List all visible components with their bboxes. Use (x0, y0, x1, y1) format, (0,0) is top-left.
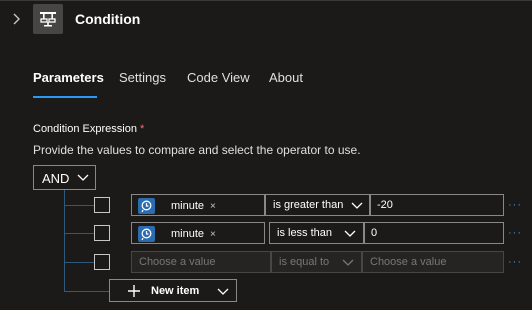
operator-value: is greater than (273, 199, 344, 211)
right-value-field[interactable]: -20 (370, 194, 504, 216)
chevron-down-icon (351, 202, 363, 209)
left-value-field[interactable]: minute × (131, 222, 265, 244)
token-label: minute (171, 228, 205, 240)
row-checkbox[interactable] (94, 197, 110, 213)
token-label: minute (171, 200, 205, 212)
dynamic-content-token[interactable]: minute × (138, 198, 216, 214)
tree-branch (64, 205, 94, 206)
left-value-field[interactable]: minute × (131, 194, 265, 216)
tree-branch (64, 233, 94, 234)
action-title: Condition (75, 11, 141, 27)
chevron-down-icon (344, 230, 356, 237)
chevron-down-icon (342, 259, 354, 266)
chevron-right-icon[interactable] (10, 11, 22, 27)
remove-token-icon[interactable]: × (210, 201, 216, 212)
row-more-icon[interactable]: ··· (508, 256, 522, 268)
operator-dropdown[interactable]: is equal to (271, 251, 362, 273)
group-operator-value: AND (42, 171, 70, 186)
condition-description: Provide the values to compare and select… (33, 143, 361, 157)
active-tab-indicator (33, 96, 97, 98)
right-value-placeholder: Choose a value (370, 256, 447, 268)
tab-about[interactable]: About (269, 70, 303, 85)
operator-value: is equal to (279, 256, 330, 268)
tab-settings[interactable]: Settings (119, 70, 166, 85)
group-operator-dropdown[interactable]: AND (33, 165, 96, 190)
tab-code-view[interactable]: Code View (187, 70, 250, 85)
right-value: 0 (371, 227, 378, 239)
row-checkbox[interactable] (94, 254, 110, 270)
required-mark: * (140, 123, 145, 135)
chevron-down-icon (217, 288, 229, 295)
action-header[interactable]: Condition (0, 0, 532, 40)
operator-dropdown[interactable]: is less than (269, 222, 364, 244)
new-item-button[interactable]: New item (109, 279, 237, 302)
row-more-icon[interactable]: ··· (508, 199, 522, 211)
row-checkbox[interactable] (94, 225, 110, 241)
tree-branch (64, 262, 94, 263)
operator-dropdown[interactable]: is greater than (265, 194, 370, 216)
dynamic-content-token[interactable]: minute × (138, 226, 216, 242)
new-item-label: New item (151, 285, 200, 297)
row-more-icon[interactable]: ··· (508, 227, 522, 239)
schedule-icon (138, 226, 155, 242)
schedule-icon (138, 198, 155, 214)
left-value-field[interactable]: Choose a value (131, 251, 271, 273)
right-value-field[interactable]: Choose a value (362, 251, 504, 273)
condition-icon (33, 4, 63, 34)
right-value: -20 (377, 199, 393, 211)
chevron-down-icon (77, 174, 89, 181)
tab-parameters[interactable]: Parameters (33, 70, 104, 85)
remove-token-icon[interactable]: × (210, 229, 216, 240)
operator-value: is less than (277, 227, 333, 239)
condition-expression-label: Condition Expression * (33, 123, 145, 135)
tree-branch (64, 291, 109, 292)
plus-icon (128, 285, 140, 297)
right-value-field[interactable]: 0 (364, 222, 504, 244)
left-value-placeholder: Choose a value (139, 256, 216, 268)
